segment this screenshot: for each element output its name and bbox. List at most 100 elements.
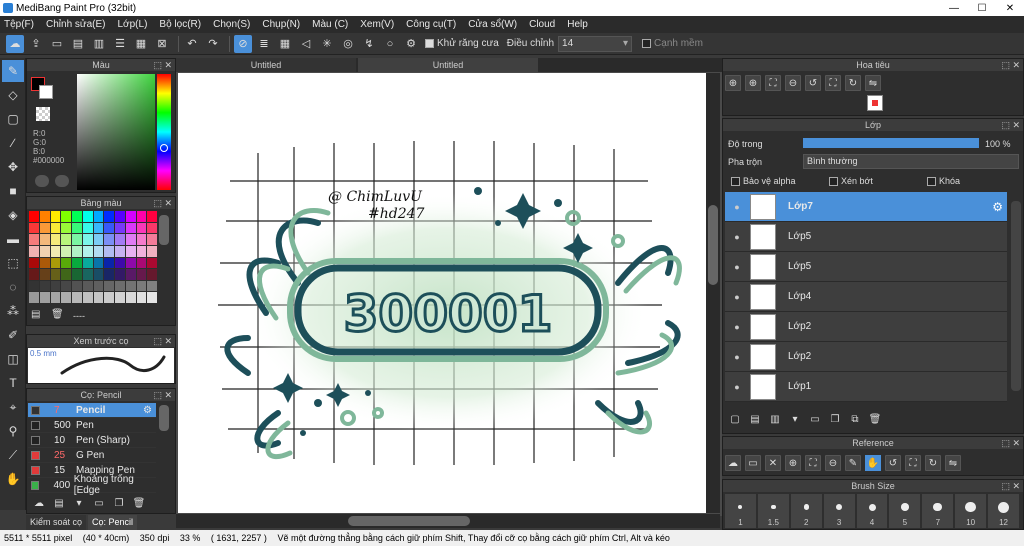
clipping-checkbox[interactable]: [829, 176, 838, 186]
brush-item[interactable]: 7 Pencil ⚙: [28, 403, 156, 418]
palette-swatch[interactable]: [93, 234, 104, 245]
clipping-toggle[interactable]: Xén bớt: [829, 176, 873, 186]
ref-zoom-in-icon[interactable]: ⊕: [785, 455, 801, 471]
palette-swatch[interactable]: [72, 257, 82, 269]
color-swap-icon[interactable]: [55, 175, 69, 187]
brush-cloud-icon[interactable]: ☁: [31, 495, 47, 511]
ref-eyedropper-icon[interactable]: ✎: [845, 455, 861, 471]
dot-tool-icon[interactable]: ∕: [2, 132, 24, 154]
palette-swatch[interactable]: [115, 292, 125, 303]
palette-swatch[interactable]: [50, 269, 61, 280]
delete-layer-icon[interactable]: 🗑: [867, 411, 883, 427]
ref-rotate-left-icon[interactable]: ↺: [885, 455, 901, 471]
zoom-in-icon[interactable]: ⊕: [725, 75, 741, 91]
panel-close-icon[interactable]: ⬚ ✕: [153, 197, 172, 209]
palette-swatch[interactable]: [50, 292, 61, 303]
zoom-out-icon[interactable]: ⊖: [785, 75, 801, 91]
layer-row[interactable]: ● Lớp2: [725, 342, 1007, 372]
palette-swatch[interactable]: [136, 269, 147, 280]
palette-swatch[interactable]: [61, 234, 71, 245]
palette-swatch[interactable]: [72, 269, 82, 280]
palette-swatch[interactable]: [82, 257, 93, 269]
palette-swatch[interactable]: [125, 211, 136, 222]
magic-wand-icon[interactable]: ⁂: [2, 300, 24, 322]
layer-row[interactable]: ● Lớp5: [725, 252, 1007, 282]
palette-swatch[interactable]: [136, 280, 147, 292]
document-tab-active[interactable]: Untitled: [358, 58, 538, 72]
brush-size-option[interactable]: 10: [955, 494, 987, 528]
menu-select[interactable]: Chọn(S): [213, 19, 250, 30]
palette-swatch[interactable]: [61, 245, 71, 257]
palette-swatch[interactable]: [39, 245, 50, 257]
palette-swatch[interactable]: [72, 222, 82, 234]
palette-swatch[interactable]: [93, 280, 104, 292]
brush-item[interactable]: 25 G Pen: [28, 448, 156, 463]
snap-radial-icon[interactable]: ✳: [318, 35, 336, 53]
minimize-button[interactable]: —: [940, 3, 968, 14]
palette-swatch[interactable]: [82, 269, 93, 280]
palette-swatch[interactable]: [125, 269, 136, 280]
menu-color[interactable]: Màu (C): [312, 19, 348, 30]
list-icon[interactable]: ☰: [111, 35, 129, 53]
visibility-eye-icon[interactable]: ●: [725, 202, 749, 212]
palette-swatch[interactable]: [39, 234, 50, 245]
undo-icon[interactable]: ↶: [183, 35, 201, 53]
palette-swatch[interactable]: [147, 245, 157, 257]
new-layer-menu-icon[interactable]: ▾: [787, 411, 803, 427]
saturation-value-picker[interactable]: [77, 74, 155, 190]
brush-settings-icon[interactable]: ⚙: [143, 405, 152, 416]
palette-swatch[interactable]: [115, 269, 125, 280]
share-icon[interactable]: ⇪: [27, 35, 45, 53]
document-icon[interactable]: ▤: [69, 35, 87, 53]
panel-close-icon[interactable]: ⬚ ✕: [1001, 59, 1020, 71]
ref-hand-icon[interactable]: ✋: [865, 455, 881, 471]
antialias-checkbox[interactable]: [425, 39, 434, 48]
menu-edit[interactable]: Chỉnh sửa(E): [46, 19, 106, 30]
layer-row[interactable]: ● Lớp2: [725, 312, 1007, 342]
palette-swatch[interactable]: [50, 245, 61, 257]
panel-close-icon[interactable]: ⬚ ✕: [1001, 480, 1020, 492]
ref-fit-window-icon[interactable]: ⛶: [905, 455, 921, 471]
palette-swatch[interactable]: [61, 257, 71, 269]
palette-swatch[interactable]: [72, 245, 82, 257]
panel-close-icon[interactable]: ⬚ ✕: [153, 389, 172, 401]
horizontal-scrollbar-thumb[interactable]: [348, 516, 470, 526]
visibility-eye-icon[interactable]: ●: [725, 232, 749, 242]
snap-circle-icon[interactable]: ◎: [339, 35, 357, 53]
menu-file[interactable]: Tệp(F): [4, 19, 34, 30]
palette-swatch[interactable]: [136, 292, 147, 303]
palette-swatch[interactable]: [61, 269, 71, 280]
palette-swatch[interactable]: [115, 234, 125, 245]
snap-perspective-icon[interactable]: ◁: [297, 35, 315, 53]
rect-tool-icon[interactable]: ▢: [2, 108, 24, 130]
palette-swatch[interactable]: [50, 222, 61, 234]
palette-swatch[interactable]: [39, 257, 50, 269]
palette-swatch[interactable]: [82, 292, 93, 303]
palette-swatch[interactable]: [50, 211, 61, 222]
palette-swatch[interactable]: [125, 257, 136, 269]
palette-swatch[interactable]: [72, 234, 82, 245]
snap-off-icon[interactable]: ⊘: [234, 34, 252, 53]
palette-swatch[interactable]: [50, 280, 61, 292]
rotate-right-icon[interactable]: ↻: [845, 75, 861, 91]
deselect-icon[interactable]: ⊠: [153, 35, 171, 53]
menu-cloud[interactable]: Cloud: [529, 19, 555, 30]
palette-swatch[interactable]: [136, 234, 147, 245]
visibility-eye-icon[interactable]: ●: [725, 352, 749, 362]
brush-folder-icon[interactable]: ▭: [91, 495, 107, 511]
select-tool-icon[interactable]: ⬚: [2, 252, 24, 274]
hue-slider[interactable]: [157, 74, 171, 190]
palette-swatch[interactable]: [115, 280, 125, 292]
protect-alpha-checkbox[interactable]: [731, 176, 740, 186]
visibility-eye-icon[interactable]: ●: [725, 262, 749, 272]
eraser-tool-icon[interactable]: ◇: [2, 84, 24, 106]
grid-page-icon[interactable]: ▦: [132, 35, 150, 53]
palette-add-icon[interactable]: ▤: [31, 309, 45, 323]
palette-swatch[interactable]: [93, 292, 104, 303]
layer-list-scrollbar[interactable]: [1011, 201, 1021, 391]
palette-delete-icon[interactable]: 🗑: [51, 309, 65, 323]
ref-open-icon[interactable]: ▭: [745, 455, 761, 471]
palette-swatch[interactable]: [29, 292, 39, 303]
palette-swatch[interactable]: [115, 245, 125, 257]
layer-row[interactable]: ● Lớp5: [725, 222, 1007, 252]
